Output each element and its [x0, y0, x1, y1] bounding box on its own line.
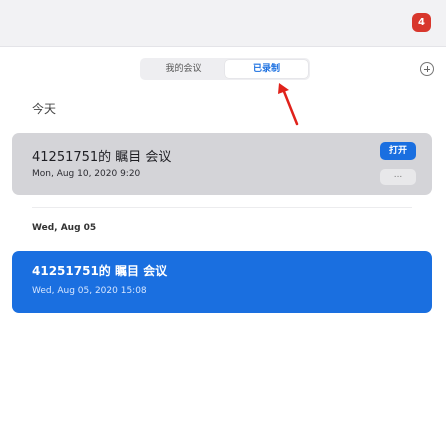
recordings-segmented-control: 我的会议 已录制	[140, 58, 310, 80]
recording-card-selected[interactable]: 41251751的 瞩目 会议 Wed, Aug 05, 2020 15:08	[12, 251, 432, 313]
more-options-button[interactable]: ...	[380, 169, 416, 185]
top-bar: 4	[0, 0, 446, 47]
annotation-arrow	[278, 83, 299, 126]
notification-badge[interactable]: 4	[412, 13, 431, 32]
tab-my-meetings[interactable]: 我的会议	[142, 60, 225, 78]
tab-recorded[interactable]: 已录制	[225, 60, 308, 78]
section-heading-today: 今天	[32, 102, 57, 116]
section-divider	[32, 207, 412, 208]
section-heading-date: Wed, Aug 05	[32, 223, 97, 233]
recording-card[interactable]: 41251751的 瞩目 会议 Mon, Aug 10, 2020 9:20 打…	[12, 133, 432, 195]
open-button[interactable]: 打开	[380, 142, 416, 160]
recording-datetime: Wed, Aug 05, 2020 15:08	[32, 286, 147, 296]
recording-title: 41251751的 瞩目 会议	[32, 150, 172, 165]
recording-title: 41251751的 瞩目 会议	[32, 264, 168, 278]
recording-datetime: Mon, Aug 10, 2020 9:20	[32, 169, 141, 179]
recordings-list-empty-area	[12, 324, 432, 434]
add-icon[interactable]	[420, 62, 434, 76]
